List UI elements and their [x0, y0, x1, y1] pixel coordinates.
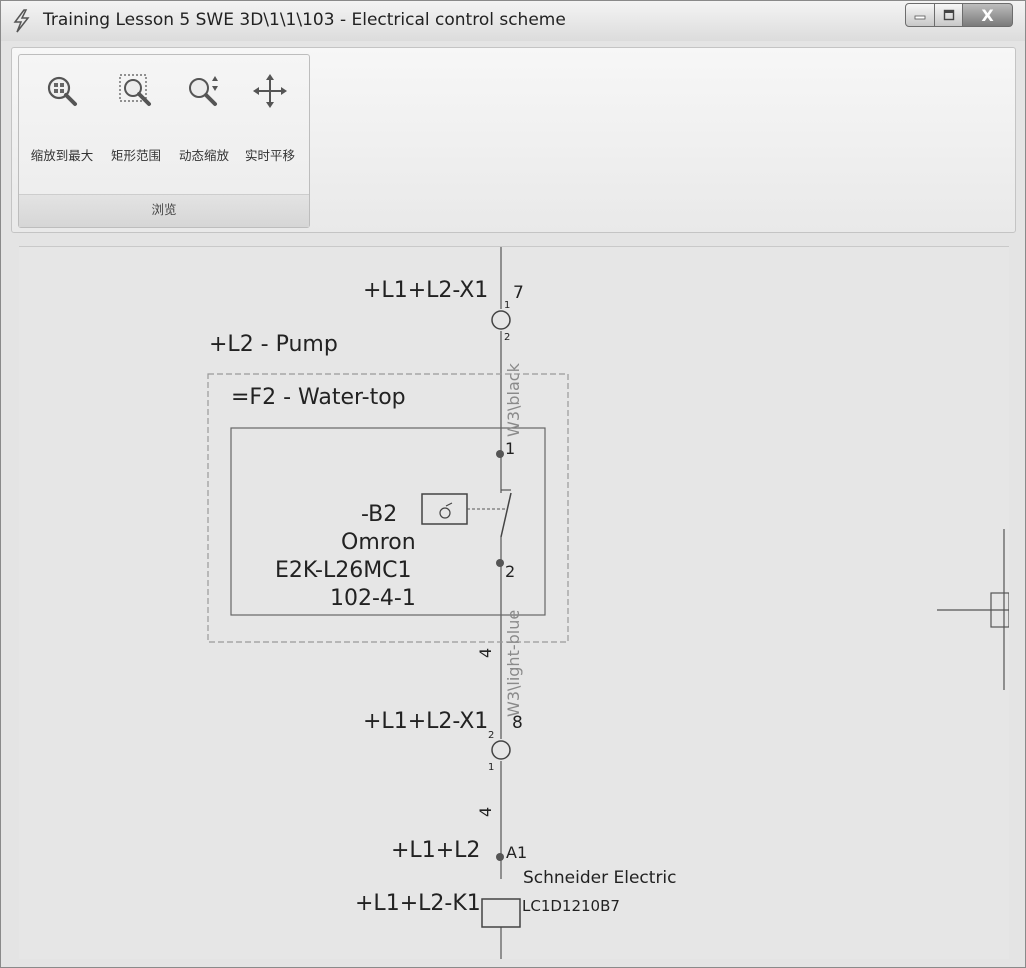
terminal-bottom-num: 8 — [512, 713, 523, 733]
coil-pin: A1 — [506, 843, 527, 862]
wire-number-upper: 4 — [476, 648, 495, 658]
zoom-extents-button[interactable]: 缩放到最大 — [25, 65, 99, 175]
pan-icon — [253, 74, 287, 108]
ribbon-group-browse: 缩放到最大 矩形范围 动态缩放 实时平移 浏览 — [18, 54, 310, 228]
zoom-extents-label: 缩放到最大 — [30, 148, 94, 163]
function-label: =F2 - Water-top — [231, 385, 406, 410]
contact-node-bottom — [496, 559, 504, 567]
realtime-pan-button[interactable]: 实时平移 — [233, 65, 307, 175]
coil-location: +L1+L2 — [391, 838, 480, 863]
terminal-top-pin1: 1 — [504, 300, 510, 311]
dynamic-zoom-label: 动态缩放 — [178, 148, 229, 163]
minimize-button[interactable] — [905, 3, 935, 27]
window-controls: X — [905, 3, 1013, 29]
ribbon: 缩放到最大 矩形范围 动态缩放 实时平移 浏览 — [11, 47, 1016, 233]
app-lightning-icon — [13, 9, 30, 33]
device-location: 102-4-1 — [330, 586, 416, 611]
dynamic-zoom-icon — [189, 76, 218, 106]
terminal-top-ref: +L1+L2-X1 — [363, 278, 488, 303]
zoom-window-label: 矩形范围 — [110, 148, 161, 163]
coil-tag: +L1+L2-K1 — [355, 891, 481, 916]
contact-pin-top: 1 — [505, 439, 515, 458]
contact-node-top — [496, 450, 504, 458]
device-model: E2K-L26MC1 — [275, 558, 412, 583]
minimize-icon — [914, 15, 926, 20]
terminal-bottom-symbol[interactable] — [491, 740, 511, 760]
title-bar[interactable]: Training Lesson 5 SWE 3D\1\1\103 - Elect… — [1, 1, 1025, 41]
dynamic-zoom-button[interactable]: 动态缩放 — [167, 65, 241, 175]
wire-label-black: W3\black — [504, 362, 523, 437]
sensor-detector-icon — [439, 502, 453, 519]
terminal-top-num: 7 — [513, 283, 524, 303]
close-button[interactable]: X — [963, 3, 1013, 27]
terminal-top-pin2: 2 — [504, 332, 510, 343]
terminal-top-symbol[interactable] — [491, 310, 511, 330]
wire-number-lower: 4 — [476, 807, 495, 817]
coil-symbol[interactable] — [481, 898, 521, 928]
coil-node — [496, 853, 504, 861]
coil-model: LC1D1210B7 — [522, 897, 620, 915]
terminal-bottom-pin1: 1 — [488, 762, 494, 773]
device-tag: -B2 — [361, 502, 397, 527]
schematic-drawing[interactable]: +L1+L2-X1 7 1 2 +L2 - Pump =F2 - Water-t… — [19, 247, 1010, 959]
schematic-canvas[interactable]: +L1+L2-X1 7 1 2 +L2 - Pump =F2 - Water-t… — [19, 246, 1010, 959]
location-label: +L2 - Pump — [209, 332, 338, 357]
terminal-bottom-ref: +L1+L2-X1 — [363, 709, 488, 734]
zoom-window-button[interactable]: 矩形范围 — [99, 65, 173, 175]
wire-label-light-blue: W3\light-blue — [504, 610, 523, 717]
sensor-symbol[interactable] — [421, 493, 468, 525]
window-title: Training Lesson 5 SWE 3D\1\1\103 - Elect… — [43, 10, 566, 30]
maximize-icon — [943, 9, 954, 21]
realtime-pan-label: 实时平移 — [244, 148, 295, 163]
device-maker: Omron — [341, 530, 416, 555]
close-icon: X — [981, 5, 994, 25]
coil-maker: Schneider Electric — [523, 868, 677, 888]
maximize-button[interactable] — [935, 3, 963, 27]
application-window: Training Lesson 5 SWE 3D\1\1\103 - Elect… — [0, 0, 1026, 968]
terminal-bottom-pin2: 2 — [488, 730, 494, 741]
ribbon-group-label: 浏览 — [19, 194, 309, 227]
zoom-extents-icon — [47, 76, 77, 106]
contact-pin-bottom: 2 — [505, 562, 515, 581]
contact-blade[interactable] — [500, 492, 512, 538]
zoom-window-icon — [119, 74, 151, 106]
